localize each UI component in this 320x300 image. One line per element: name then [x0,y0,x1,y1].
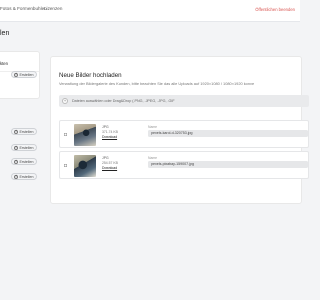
create-button-label: Erstellen [19,159,34,164]
create-button-label: Erstellen [19,129,34,134]
upload-item: JPG 371.74 KB Download Name pexels-karol… [59,120,309,148]
drop-zone-text: Dateien auswählen oder Drag&Drop (.PNG, … [72,99,175,103]
nav-item-lizenzen[interactable]: Lizenzen [44,6,62,11]
create-button[interactable]: + Erstellen [11,128,38,135]
plus-circle-icon: + [14,173,18,179]
image-thumbnail [74,124,96,146]
upload-item: JPG 254.57 KB Download Name pexels-pixab… [59,151,309,179]
page-title: len [0,30,10,37]
download-link[interactable]: Download [102,166,118,171]
left-panel-heading: kten [0,61,8,66]
create-button[interactable]: + Erstellen [11,173,38,180]
create-button[interactable]: + Erstellen [11,144,38,151]
top-navigation-bar: Fotos & Formenbuhlen Lizenzen Öffentlich… [0,0,300,22]
create-button[interactable]: + Erstellen [11,158,38,165]
file-name-group: Name pexels-pixabay-159007.jpg [148,156,308,168]
file-name-group: Name pexels-karol-d-320753.jpg [148,125,308,137]
create-button-label: Erstellen [19,72,34,77]
drag-handle-icon[interactable] [64,133,67,136]
upload-card: Neue Bilder hochladen Verwaltung der Bil… [50,56,309,204]
file-meta: JPG 254.57 KB Download [102,156,118,171]
plus-circle-icon: + [14,144,18,150]
file-drop-zone[interactable]: + Dateien auswählen oder Drag&Drop (.PNG… [59,95,309,107]
create-button-label: Erstellen [19,145,34,150]
nav-item-fotos[interactable]: Fotos & Formenbuhlen [0,6,47,11]
name-label: Name [148,125,158,129]
upload-card-subtitle: Verwaltung der Bildergalerie des Kunden,… [59,81,255,86]
plus-circle-icon: + [14,128,18,134]
create-button-label: Erstellen [19,174,34,179]
upload-card-title: Neue Bilder hochladen [59,72,122,79]
file-name-input[interactable]: pexels-karol-d-320753.jpg [148,130,308,137]
file-name-input[interactable]: pexels-pixabay-159007.jpg [148,161,308,168]
create-button[interactable]: + Erstellen [11,71,38,78]
plus-circle-icon: + [14,158,18,164]
plus-icon: + [62,98,68,104]
file-meta: JPG 371.74 KB Download [102,125,118,140]
drag-handle-icon[interactable] [64,164,67,167]
download-link[interactable]: Download [102,135,118,140]
plus-circle-icon: + [14,71,18,77]
image-thumbnail [74,155,96,177]
end-publishing-link[interactable]: Öffentlichen beenden [255,7,295,12]
name-label: Name [148,156,158,160]
